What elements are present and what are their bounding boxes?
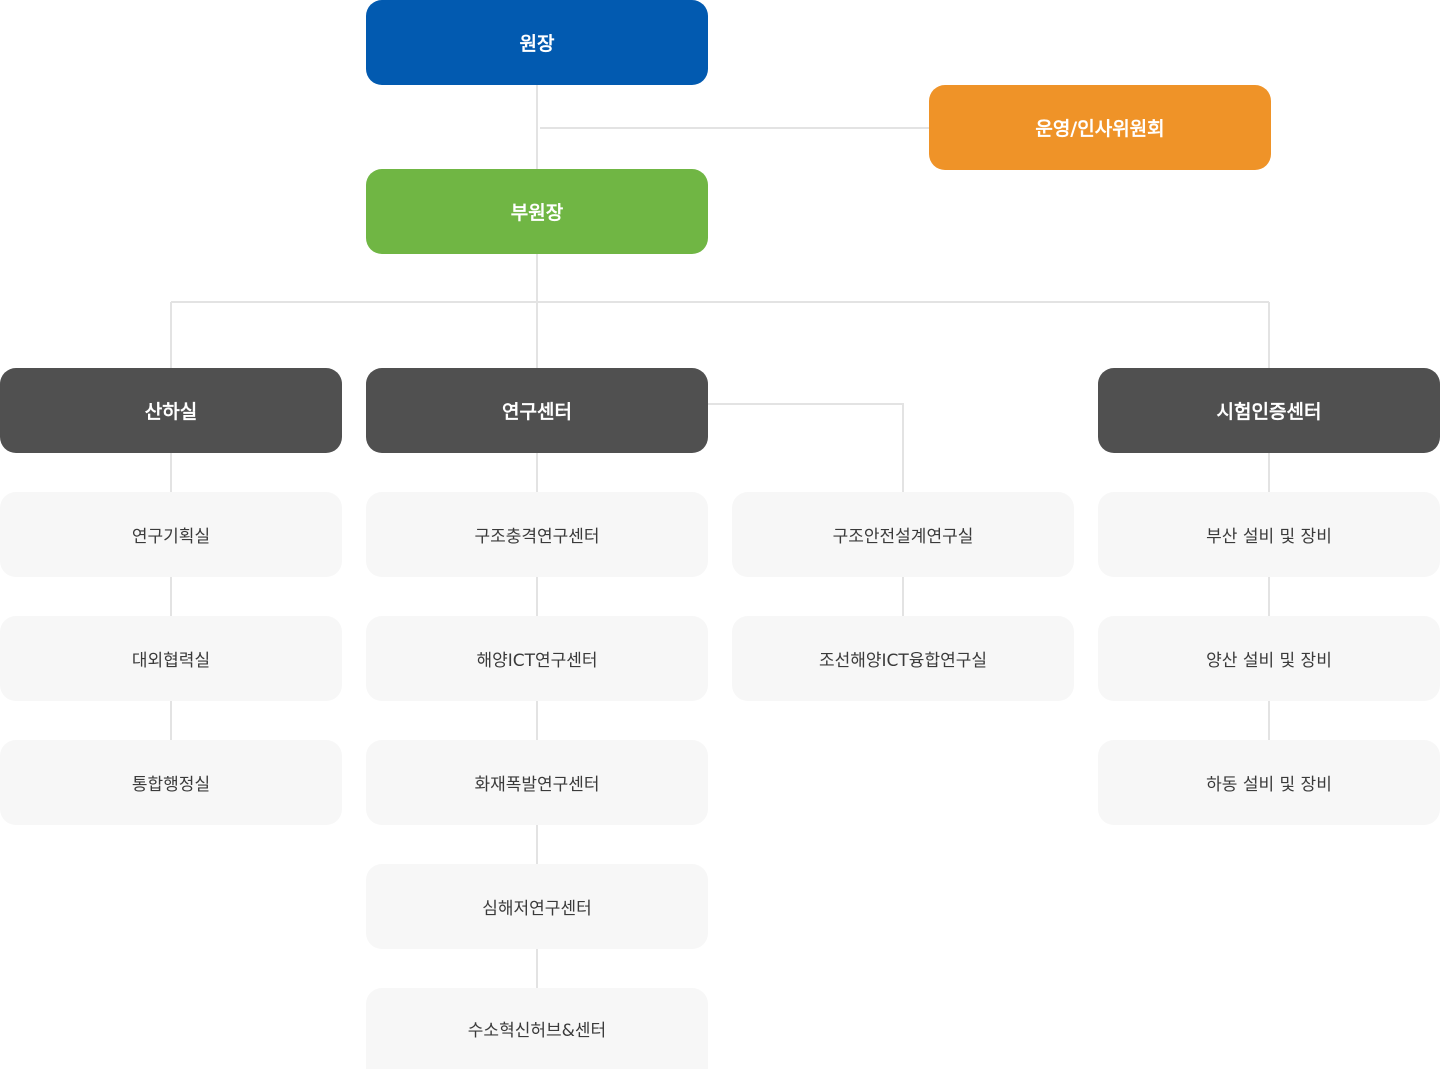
department-testing-center: 시험인증센터 <box>1098 368 1440 453</box>
lab-box: 구조안전설계연구실 <box>732 492 1074 577</box>
unit-box: 부산 설비 및 장비 <box>1098 492 1440 577</box>
unit-box: 구조충격연구센터 <box>366 492 708 577</box>
department-label: 연구센터 <box>502 401 572 423</box>
lab-label: 구조안전설계연구실 <box>832 527 974 547</box>
unit-box: 양산 설비 및 장비 <box>1098 616 1440 701</box>
unit-box: 하동 설비 및 장비 <box>1098 740 1440 825</box>
department-sanhak: 산하실 <box>0 368 342 453</box>
lab-box: 조선해양ICT융합연구실 <box>732 616 1074 701</box>
unit-label: 심해저연구센터 <box>482 899 592 919</box>
unit-label: 양산 설비 및 장비 <box>1206 651 1332 671</box>
committee-label: 운영/인사위원회 <box>1035 118 1165 140</box>
lab-label: 조선해양ICT융합연구실 <box>818 651 988 671</box>
unit-box: 대외협력실 <box>0 616 342 701</box>
unit-box: 해양ICT연구센터 <box>366 616 708 701</box>
unit-label: 수소혁신허브&센터 <box>467 1021 607 1041</box>
committee-box: 운영/인사위원회 <box>929 85 1271 170</box>
unit-label: 부산 설비 및 장비 <box>1206 527 1332 547</box>
unit-label: 연구기획실 <box>131 527 211 547</box>
department-label: 시험인증센터 <box>1216 401 1322 423</box>
director-box: 원장 <box>366 0 708 85</box>
unit-box: 수소혁신허브&센터 <box>366 988 708 1069</box>
unit-label: 화재폭발연구센터 <box>474 775 600 795</box>
unit-label: 구조충격연구센터 <box>474 527 600 547</box>
vice-director-label: 부원장 <box>510 202 564 224</box>
unit-box: 화재폭발연구센터 <box>366 740 708 825</box>
unit-box: 심해저연구센터 <box>366 864 708 949</box>
department-research-center: 연구센터 <box>366 368 708 453</box>
unit-label: 해양ICT연구센터 <box>476 651 598 671</box>
unit-label: 통합행정실 <box>131 775 211 795</box>
vice-director-box: 부원장 <box>366 169 708 254</box>
unit-label: 대외협력실 <box>131 651 211 671</box>
unit-label: 하동 설비 및 장비 <box>1206 775 1332 795</box>
connector-research-labs <box>708 403 904 492</box>
unit-box: 연구기획실 <box>0 492 342 577</box>
unit-box: 통합행정실 <box>0 740 342 825</box>
director-label: 원장 <box>519 33 555 55</box>
department-label: 산하실 <box>144 401 198 423</box>
